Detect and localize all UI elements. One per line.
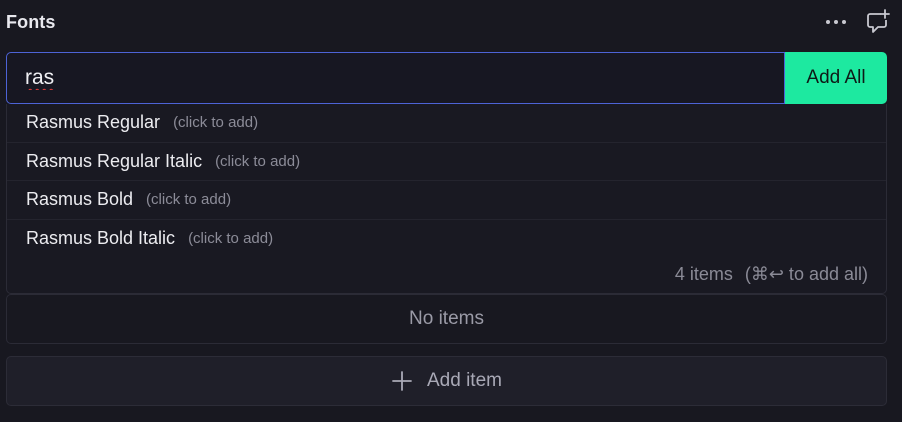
plus-icon	[392, 371, 412, 391]
results-count: 4 items	[674, 264, 733, 284]
add-item-label: Add item	[427, 370, 502, 391]
suggestion-hint: (click to add)	[146, 191, 232, 209]
suggestion-item[interactable]: Rasmus Bold (click to add)	[7, 181, 886, 220]
suggestions-dropdown: Rasmus Regular (click to add) Rasmus Reg…	[6, 104, 887, 294]
add-all-shortcut-hint: (⌘↩ to add all)	[744, 264, 868, 284]
add-item-button[interactable]: Add item	[6, 356, 887, 406]
suggestion-item[interactable]: Rasmus Regular (click to add)	[7, 104, 886, 143]
suggestion-hint: (click to add)	[215, 152, 301, 170]
suggestion-item[interactable]: Rasmus Bold Italic (click to add)	[7, 220, 886, 259]
comment-add-icon	[867, 9, 890, 33]
more-options-button[interactable]	[824, 10, 848, 34]
suggestion-name: Rasmus Bold	[26, 189, 134, 210]
suggestion-name: Rasmus Bold Italic	[26, 228, 176, 249]
suggestion-hint: (click to add)	[188, 230, 274, 248]
dropdown-footer: 4 items (⌘↩ to add all)	[675, 264, 868, 285]
suggestion-hint: (click to add)	[173, 114, 259, 132]
header-actions	[824, 9, 896, 34]
panel-title: Fonts	[6, 11, 56, 32]
font-search-input[interactable]	[6, 52, 785, 104]
panel-header: Fonts	[6, 0, 896, 44]
add-comment-button[interactable]	[866, 9, 890, 34]
search-row: Add All	[6, 52, 887, 104]
empty-list-message: No items	[6, 294, 887, 344]
suggestion-name: Rasmus Regular Italic	[26, 150, 203, 171]
fonts-panel: Fonts Add All Rasmus Regular (c	[0, 0, 902, 422]
more-horizontal-icon	[826, 20, 846, 24]
suggestion-item[interactable]: Rasmus Regular Italic (click to add)	[7, 143, 886, 181]
add-all-button[interactable]: Add All	[785, 52, 887, 104]
suggestion-name: Rasmus Regular	[26, 112, 161, 133]
